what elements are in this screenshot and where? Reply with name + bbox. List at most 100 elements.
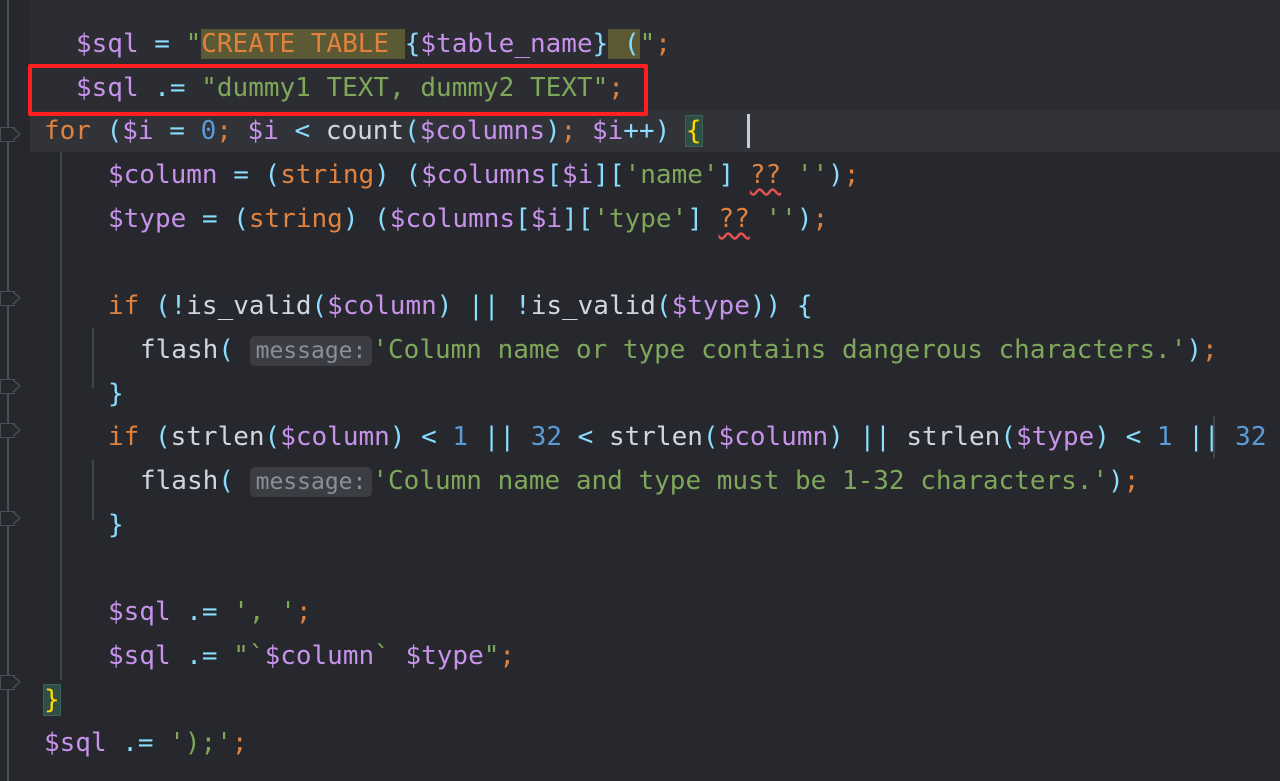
code-token: $sql: [108, 640, 171, 671]
code-token: $columns: [389, 203, 516, 234]
code-token: 1: [452, 422, 469, 453]
code-line[interactable]: if (!is_valid($column) || !is_valid($typ…: [108, 284, 812, 328]
code-token: =: [233, 160, 249, 191]
code-token: !: [499, 291, 531, 322]
code-line[interactable]: $sql .= "dummy1 TEXT, dummy2 TEXT";: [76, 66, 624, 110]
code-text-layer[interactable]: $sql = "CREATE TABLE {$table_name} ("; $s…: [0, 0, 1266, 781]
code-token: $sql: [44, 728, 107, 759]
code-token: =: [201, 203, 218, 234]
code-token: 1: [1156, 422, 1173, 453]
code-token: ;: [608, 72, 624, 103]
code-token: (: [374, 203, 390, 234]
code-token: ): [1108, 466, 1124, 496]
code-token: $sql: [76, 29, 139, 59]
code-line[interactable]: }: [43, 678, 61, 722]
code-token: 'Column name and type must be 1-32 chara…: [372, 466, 1109, 496]
code-token: ): [828, 160, 844, 191]
code-token: ): [342, 203, 359, 234]
code-token: $i: [561, 160, 594, 191]
code-token: =: [154, 29, 170, 59]
code-token: for: [44, 116, 91, 147]
code-token: =: [169, 116, 185, 147]
code-token: $type: [108, 203, 187, 234]
code-token: (: [264, 160, 281, 191]
code-line[interactable]: if (strlen($column) < 1 || 32 < strlen($…: [108, 415, 1266, 459]
code-token: $sql: [76, 72, 139, 103]
code-token: ): [544, 116, 561, 147]
code-line[interactable]: $sql .= ', ';: [108, 590, 312, 634]
code-token: ;: [216, 116, 232, 147]
code-token: is_valid: [186, 291, 312, 322]
code-line[interactable]: flash( message: 'Column name or type cont…: [140, 328, 1218, 372]
code-token: (: [655, 291, 672, 322]
code-token: .=: [122, 728, 154, 759]
code-token: strlen: [608, 422, 703, 453]
code-token: 0: [200, 116, 217, 147]
code-token: ": [185, 29, 202, 59]
code-line[interactable]: }: [108, 503, 124, 547]
code-token: $type: [405, 640, 484, 671]
code-token: CREATE TABLE: [201, 29, 405, 59]
code-token: ;: [1202, 334, 1218, 365]
code-token: $column: [327, 291, 437, 322]
code-token: ;: [655, 29, 671, 59]
code-token: '': [796, 160, 829, 191]
code-line[interactable]: }: [108, 372, 124, 416]
code-token: ??: [749, 160, 782, 191]
code-token: flash: [140, 334, 219, 365]
code-token: $i: [122, 116, 154, 147]
code-token: <: [294, 116, 311, 147]
code-line[interactable]: for ($i = 0; $i < count($columns); $i++)…: [44, 109, 703, 153]
code-token: (: [264, 422, 281, 453]
code-token: }: [43, 683, 61, 716]
code-line[interactable]: flash( message: 'Column name and type mus…: [140, 459, 1139, 503]
code-token: ;: [499, 640, 516, 671]
code-line[interactable]: $column = (string) ($columns[$i]['name']…: [108, 153, 859, 197]
code-token: ): [828, 422, 844, 453]
code-line[interactable]: $sql .= "`$column` $type";: [108, 634, 515, 678]
code-token: ]: [718, 160, 735, 191]
code-token: (: [702, 422, 719, 453]
code-token: (!: [154, 291, 187, 322]
code-token: 32: [530, 422, 562, 453]
code-token: $column: [108, 160, 218, 191]
code-token: }: [592, 29, 609, 59]
code-token: $i: [530, 203, 562, 234]
code-token: ;: [560, 116, 577, 147]
code-token: {: [796, 291, 813, 322]
code-token: flash: [140, 466, 219, 496]
code-token: $columns: [421, 160, 547, 191]
code-line[interactable]: $sql = "CREATE TABLE {$table_name} (";: [76, 22, 671, 66]
code-token: "`: [233, 640, 265, 671]
code-token: (: [233, 203, 249, 234]
code-token: {: [404, 29, 421, 59]
code-line[interactable]: $sql .= ');';: [44, 721, 248, 765]
code-line[interactable]: $type = (string) ($columns[$i]['type'] ?…: [108, 197, 828, 241]
code-token: $type: [1015, 422, 1095, 453]
code-token: ": [483, 640, 500, 671]
code-editor-window: $sql = "CREATE TABLE {$table_name} ("; $s…: [0, 0, 1280, 781]
code-token: (: [218, 466, 234, 496]
